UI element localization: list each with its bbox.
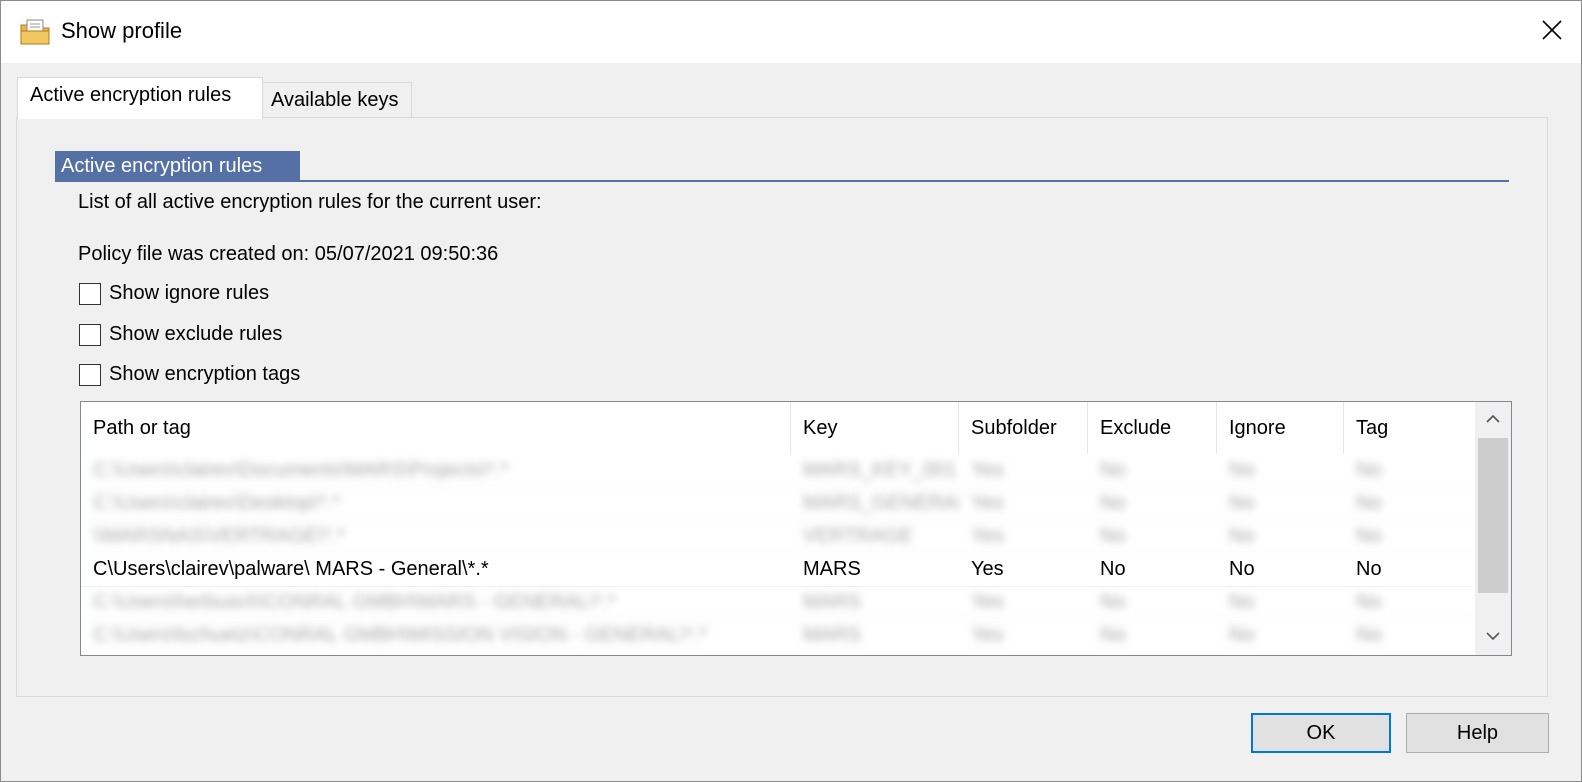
show-profile-dialog: Show profile Active encryption rules Ava…	[0, 0, 1582, 782]
cell-ignore: No	[1229, 525, 1255, 547]
cell-ignore: No	[1229, 624, 1255, 646]
table-row[interactable]: C:\Users\clairev\Documents\MARS\Projects…	[81, 454, 1473, 488]
checkbox-label: Show exclude rules	[109, 323, 283, 345]
cell-subfolder: Yes	[971, 525, 1004, 547]
cell-ignore: No	[1229, 492, 1255, 514]
encryption-rules-table[interactable]: Path or tag Key Subfolder Exclude Ignore…	[80, 401, 1512, 656]
cell-subfolder: Yes	[971, 591, 1004, 613]
cell-tag: No	[1356, 624, 1382, 646]
show-encryption-tags-checkbox[interactable]	[79, 363, 101, 386]
cell-subfolder: Yes	[971, 459, 1004, 481]
cell-exclude: No	[1100, 459, 1126, 481]
table-header: Path or tag Key Subfolder Exclude Ignore…	[81, 402, 1473, 454]
cell-path: C:\Users\clairev\Documents\MARS\Projects…	[93, 459, 509, 481]
cell-tag: No	[1356, 591, 1382, 613]
table-row-selected[interactable]: C\Users\clairev\palware\ MARS - General\…	[81, 553, 1473, 587]
scroll-up-button[interactable]	[1475, 402, 1511, 438]
column-header-path[interactable]: Path or tag	[81, 402, 791, 454]
tab-available-keys[interactable]: Available keys	[262, 82, 412, 117]
column-header-key[interactable]: Key	[791, 402, 959, 454]
chevron-down-icon	[1485, 628, 1501, 646]
column-header-subfolder[interactable]: Subfolder	[959, 402, 1088, 454]
checkbox-label: Show encryption tags	[109, 363, 301, 385]
cell-tag: No	[1356, 492, 1382, 514]
cell-subfolder: Yes	[971, 624, 1004, 646]
section-header: Active encryption rules	[55, 151, 300, 181]
cell-subfolder: Yes	[971, 558, 1004, 580]
cell-key: VERTRAGE	[803, 525, 913, 547]
scroll-thumb[interactable]	[1478, 438, 1508, 593]
cell-path: C:\Users\lschuetz\CONRAL GMBH\MISSION VI…	[93, 624, 707, 646]
cell-path: C:\Users\herbusch\CONRAL GMBH\MARS - GEN…	[93, 591, 616, 613]
column-header-tag[interactable]: Tag	[1344, 402, 1473, 454]
cell-key: MARS	[803, 624, 861, 646]
cell-path: C\Users\clairev\palware\ MARS - General\…	[93, 558, 489, 580]
cell-ignore: No	[1229, 459, 1255, 481]
cell-tag: No	[1356, 558, 1382, 580]
cell-exclude: No	[1100, 624, 1126, 646]
cell-key: MARS_GENERAL	[803, 492, 959, 514]
cell-key: MARS	[803, 558, 861, 580]
help-button[interactable]: Help	[1406, 713, 1549, 753]
cell-exclude: No	[1100, 591, 1126, 613]
cell-path: \\MARSNAS\VERTRAGE\*.*	[93, 525, 345, 547]
table-row[interactable]: C:\Users\lschuetz\CONRAL GMBH\MISSION VI…	[81, 619, 1473, 653]
scroll-down-button[interactable]	[1475, 619, 1511, 655]
show-encryption-tags-checkbox-row[interactable]: Show encryption tags	[79, 363, 300, 386]
cell-subfolder: Yes	[971, 492, 1004, 514]
profile-folder-icon	[19, 17, 51, 47]
cell-ignore: No	[1229, 591, 1255, 613]
table-row[interactable]: \\MARSNAS\VERTRAGE\*.* VERTRAGE Yes No N…	[81, 520, 1473, 554]
close-button[interactable]	[1523, 1, 1581, 63]
ok-button[interactable]: OK	[1251, 713, 1391, 753]
column-header-ignore[interactable]: Ignore	[1217, 402, 1344, 454]
tab-panel: Active encryption rules List of all acti…	[16, 117, 1548, 697]
show-exclude-rules-checkbox-row[interactable]: Show exclude rules	[79, 323, 282, 346]
title-bar: Show profile	[1, 1, 1581, 63]
cell-tag: No	[1356, 459, 1382, 481]
cell-tag: No	[1356, 525, 1382, 547]
column-header-exclude[interactable]: Exclude	[1088, 402, 1217, 454]
cell-ignore: No	[1229, 558, 1255, 580]
policy-created-text: Policy file was created on: 05/07/2021 0…	[78, 243, 499, 265]
section-description: List of all active encryption rules for …	[78, 191, 542, 213]
cell-exclude: No	[1100, 525, 1126, 547]
table-row[interactable]: C:\Users\herbusch\CONRAL GMBH\MARS - GEN…	[81, 586, 1473, 620]
cell-key: MARS	[803, 591, 861, 613]
chevron-up-icon	[1485, 411, 1501, 429]
cell-exclude: No	[1100, 492, 1126, 514]
cell-key: MARS_KEY_001	[803, 459, 957, 481]
table-vertical-scrollbar[interactable]	[1475, 402, 1511, 655]
cell-path: C:\Users\clairev\Desktop\*.*	[93, 492, 340, 514]
table-row[interactable]: C:\Users\clairev\Desktop\*.* MARS_GENERA…	[81, 487, 1473, 521]
show-ignore-rules-checkbox[interactable]	[79, 282, 101, 305]
show-ignore-rules-checkbox-row[interactable]: Show ignore rules	[79, 282, 269, 305]
cell-exclude: No	[1100, 558, 1126, 580]
show-exclude-rules-checkbox[interactable]	[79, 323, 101, 346]
window-title: Show profile	[61, 18, 183, 43]
tab-active-encryption-rules[interactable]: Active encryption rules	[17, 77, 263, 119]
section-divider	[55, 180, 1509, 182]
checkbox-label: Show ignore rules	[109, 282, 270, 304]
close-icon	[1541, 19, 1563, 46]
